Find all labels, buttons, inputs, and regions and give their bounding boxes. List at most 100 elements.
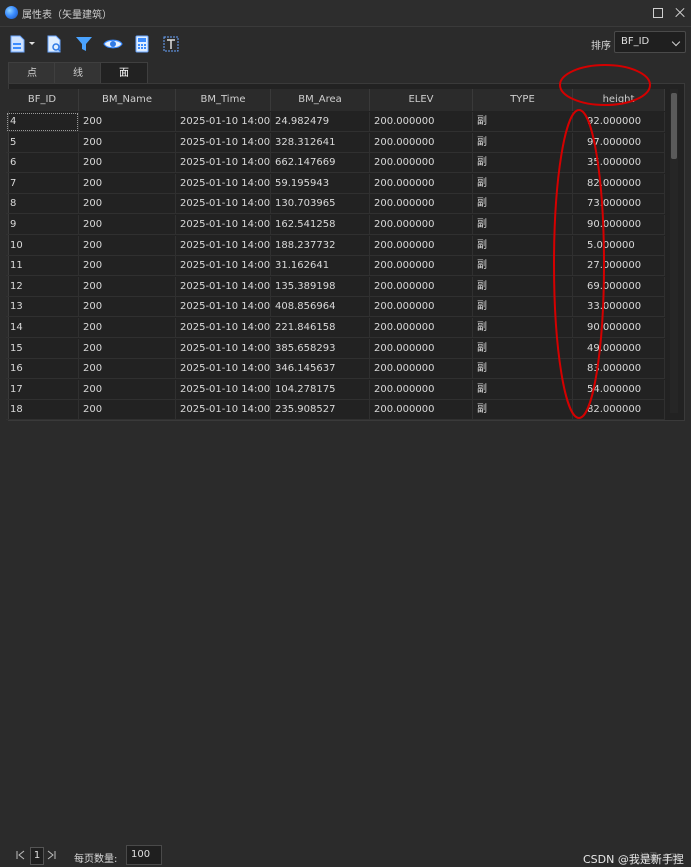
last-page-icon[interactable] <box>46 850 56 860</box>
tab-line[interactable]: 线 <box>54 62 102 84</box>
table-cell[interactable]: 2025-01-10 14:00:47 <box>176 194 271 215</box>
restore-window-icon[interactable] <box>650 5 666 21</box>
table-cell[interactable]: 200 <box>79 153 176 174</box>
table-cell[interactable]: 200 <box>79 235 176 256</box>
table-cell[interactable]: 200.000000 <box>370 235 473 256</box>
table-cell[interactable]: 83.000000 <box>573 359 665 380</box>
table-row[interactable]: 112002025-01-10 14:00:4731.162641200.000… <box>6 256 665 277</box>
document-icon[interactable] <box>45 34 63 54</box>
vertical-scrollbar[interactable] <box>670 89 678 413</box>
table-cell[interactable]: 副 <box>473 132 573 153</box>
column-header-bm-area[interactable]: BM_Area <box>271 89 370 111</box>
table-cell[interactable]: 200 <box>79 297 176 318</box>
table-cell[interactable]: 12 <box>6 276 79 297</box>
table-cell[interactable]: 92.000000 <box>573 112 665 132</box>
table-cell[interactable]: 200.000000 <box>370 297 473 318</box>
table-cell[interactable]: 副 <box>473 297 573 318</box>
table-cell[interactable]: 副 <box>473 235 573 256</box>
column-header-bm-name[interactable]: BM_Name <box>79 89 176 111</box>
table-cell[interactable]: 5.000000 <box>573 235 665 256</box>
table-cell[interactable]: 200 <box>79 256 176 277</box>
table-cell[interactable]: 18 <box>6 400 79 421</box>
table-cell[interactable]: 162.541258 <box>271 215 370 235</box>
table-cell[interactable]: 24.982479 <box>271 112 370 132</box>
table-cell[interactable]: 33.000000 <box>573 297 665 318</box>
table-cell[interactable]: 200 <box>79 276 176 297</box>
file-export-icon[interactable] <box>9 34 37 54</box>
table-cell[interactable]: 2025-01-10 14:00:46 <box>176 112 271 132</box>
current-page[interactable]: 1 <box>30 847 44 865</box>
table-cell[interactable]: 2025-01-10 14:00:47 <box>176 276 271 297</box>
table-cell[interactable]: 2025-01-10 14:00:47 <box>176 379 271 400</box>
table-cell[interactable]: 662.147669 <box>271 153 370 174</box>
table-row[interactable]: 172002025-01-10 14:00:47104.278175200.00… <box>6 379 665 400</box>
table-cell[interactable]: 130.703965 <box>271 194 370 215</box>
table-cell[interactable]: 408.856964 <box>271 297 370 318</box>
table-cell[interactable]: 328.312641 <box>271 132 370 153</box>
table-cell[interactable]: 200.000000 <box>370 215 473 235</box>
table-cell[interactable]: 15 <box>6 338 79 359</box>
table-cell[interactable]: 69.000000 <box>573 276 665 297</box>
table-cell[interactable]: 5 <box>6 132 79 153</box>
table-row[interactable]: 52002025-01-10 14:00:46328.312641200.000… <box>6 132 665 153</box>
table-cell[interactable]: 200.000000 <box>370 276 473 297</box>
page-size-input[interactable]: 100 <box>126 845 162 865</box>
table-cell[interactable]: 200 <box>79 400 176 421</box>
table-cell[interactable]: 200.000000 <box>370 256 473 277</box>
table-cell[interactable]: 200 <box>79 338 176 359</box>
table-cell[interactable]: 35.000000 <box>573 153 665 174</box>
table-cell[interactable]: 副 <box>473 153 573 174</box>
table-cell[interactable]: 副 <box>473 359 573 380</box>
table-cell[interactable]: 221.846158 <box>271 318 370 338</box>
table-cell[interactable]: 200 <box>79 359 176 380</box>
table-cell[interactable]: 200.000000 <box>370 132 473 153</box>
table-cell[interactable]: 135.389198 <box>271 276 370 297</box>
text-field-icon[interactable] <box>162 34 180 54</box>
table-cell[interactable]: 9 <box>6 215 79 235</box>
close-icon[interactable] <box>672 5 688 21</box>
table-cell[interactable]: 14 <box>6 318 79 338</box>
table-cell[interactable]: 31.162641 <box>271 256 370 277</box>
table-cell[interactable]: 104.278175 <box>271 379 370 400</box>
table-cell[interactable]: 200.000000 <box>370 338 473 359</box>
tab-point[interactable]: 点 <box>8 62 56 84</box>
table-cell[interactable]: 副 <box>473 112 573 132</box>
table-row[interactable]: 102002025-01-10 14:00:47188.237732200.00… <box>6 235 665 256</box>
table-cell[interactable]: 2025-01-10 14:00:47 <box>176 297 271 318</box>
table-cell[interactable]: 200.000000 <box>370 173 473 194</box>
table-cell[interactable]: 97.000000 <box>573 132 665 153</box>
table-cell[interactable]: 副 <box>473 215 573 235</box>
table-cell[interactable]: 82.000000 <box>573 400 665 421</box>
table-row[interactable]: 122002025-01-10 14:00:47135.389198200.00… <box>6 276 665 297</box>
table-cell[interactable]: 200 <box>79 173 176 194</box>
table-cell[interactable]: 2025-01-10 14:00:46 <box>176 132 271 153</box>
table-row[interactable]: 42002025-01-10 14:00:4624.982479200.0000… <box>6 112 665 132</box>
table-cell[interactable]: 200.000000 <box>370 379 473 400</box>
table-cell[interactable]: 副 <box>473 379 573 400</box>
table-row[interactable]: 152002025-01-10 14:00:47385.658293200.00… <box>6 338 665 359</box>
table-cell[interactable]: 11 <box>6 256 79 277</box>
sort-field-select[interactable]: BF_ID <box>614 31 686 53</box>
table-cell[interactable]: 6 <box>6 153 79 174</box>
table-cell[interactable]: 235.908527 <box>271 400 370 421</box>
table-cell[interactable]: 200.000000 <box>370 359 473 380</box>
table-cell[interactable]: 13 <box>6 297 79 318</box>
table-cell[interactable]: 2025-01-10 14:00:47 <box>176 318 271 338</box>
table-row[interactable]: 82002025-01-10 14:00:47130.703965200.000… <box>6 194 665 215</box>
table-cell[interactable]: 2025-01-10 14:00:47 <box>176 173 271 194</box>
table-cell[interactable]: 2025-01-10 14:00:47 <box>176 235 271 256</box>
table-cell[interactable]: 副 <box>473 173 573 194</box>
table-cell[interactable]: 4 <box>6 112 79 132</box>
table-cell[interactable]: 16 <box>6 359 79 380</box>
table-cell[interactable]: 82.000000 <box>573 173 665 194</box>
table-row[interactable]: 182002025-01-10 14:00:47235.908527200.00… <box>6 400 665 421</box>
table-cell[interactable]: 188.237732 <box>271 235 370 256</box>
table-row[interactable]: 142002025-01-10 14:00:47221.846158200.00… <box>6 318 665 338</box>
table-cell[interactable]: 200 <box>79 215 176 235</box>
table-cell[interactable]: 2025-01-10 14:00:47 <box>176 359 271 380</box>
table-row[interactable]: 162002025-01-10 14:00:47346.145637200.00… <box>6 359 665 380</box>
table-cell[interactable]: 73.000000 <box>573 194 665 215</box>
table-cell[interactable]: 200.000000 <box>370 400 473 421</box>
column-header-type[interactable]: TYPE <box>473 89 573 111</box>
table-row[interactable]: 132002025-01-10 14:00:47408.856964200.00… <box>6 297 665 318</box>
